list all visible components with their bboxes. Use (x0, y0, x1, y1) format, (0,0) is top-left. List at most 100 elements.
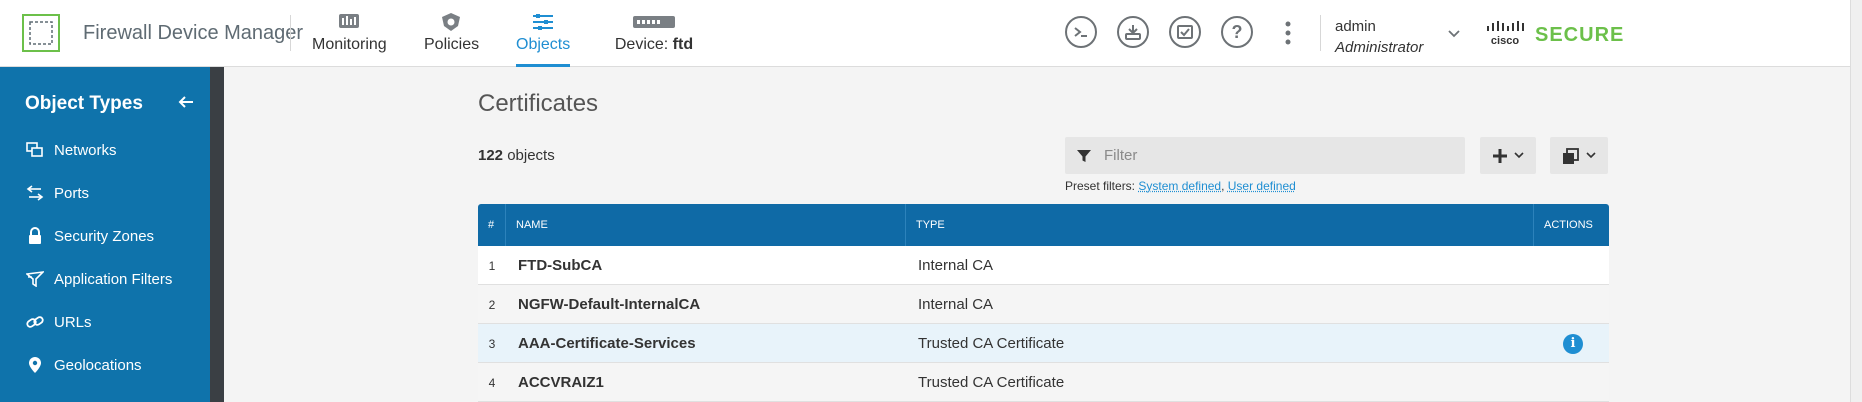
sidebar-item-networks[interactable]: Networks (25, 135, 117, 165)
filter-input[interactable]: Filter (1065, 137, 1465, 174)
plus-icon (1493, 148, 1507, 163)
object-count-number: 122 (478, 147, 504, 164)
question-icon: ? (1231, 21, 1243, 42)
location-pin-icon (29, 357, 41, 373)
certificate-name: ACCVRAIZ1 (518, 374, 604, 391)
task-list-button[interactable] (1169, 16, 1201, 48)
sidebar-item-label: Networks (54, 141, 117, 159)
nav-policies[interactable]: Policies (424, 12, 480, 67)
sidebar-title: Object Types (25, 93, 143, 114)
certificate-name: FTD-SubCA (518, 257, 603, 274)
row-number: 4 (488, 375, 496, 390)
header-divider-user (1320, 15, 1321, 51)
certificate-type: Trusted CA Certificate (918, 335, 1065, 352)
user-menu[interactable]: admin Administrator (1335, 16, 1423, 58)
sidebar-item-label: Security Zones (54, 227, 155, 245)
cli-console-button[interactable] (1065, 16, 1097, 48)
top-header: Firewall Device Manager Monitoring Polic… (0, 0, 1850, 67)
sidebar: Object Types Networks Ports Security Zon… (0, 67, 210, 402)
cisco-bars-icon: cisco (1487, 21, 1524, 47)
table-row[interactable]: 3 AAA-Certificate-Services Trusted CA Ce… (478, 324, 1609, 363)
column-header-number: # (478, 204, 506, 246)
app-title: Firewall Device Manager (83, 22, 304, 44)
add-object-button[interactable] (1480, 137, 1536, 174)
terminal-icon (1074, 27, 1087, 37)
task-list-icon (1177, 25, 1193, 39)
secure-brand: SECURE (1535, 24, 1625, 46)
sidebar-item-label: Ports (54, 184, 90, 202)
user-name: admin (1335, 18, 1376, 35)
preset-system-defined[interactable]: System defined (1138, 179, 1221, 193)
svg-text:cisco: cisco (1491, 35, 1519, 46)
table-row[interactable]: 2 NGFW-Default-InternalCA Internal CA (478, 285, 1609, 324)
copy-icon (1563, 147, 1579, 164)
column-header-name[interactable]: NAME (506, 204, 906, 246)
bulk-actions-button[interactable] (1550, 137, 1608, 174)
cisco-logo: cisco (1485, 20, 1525, 51)
sidebar-item-security-zones[interactable]: Security Zones (25, 221, 154, 251)
sidebar-item-label: Geolocations (54, 356, 142, 374)
certificate-type: Internal CA (918, 296, 994, 313)
nav-objects[interactable]: Objects (516, 12, 570, 67)
deploy-icon (1125, 25, 1141, 40)
object-count: 122 objects (478, 147, 555, 164)
sidebar-item-label: Application Filters (54, 270, 173, 288)
column-header-actions: ACTIONS (1544, 219, 1593, 231)
table-row[interactable]: 4 ACCVRAIZ1 Trusted CA Certificate (478, 363, 1609, 402)
table-row[interactable]: 1 FTD-SubCA Internal CA (478, 246, 1609, 285)
policies-icon (442, 13, 460, 31)
sidebar-item-application-filters[interactable]: Application Filters (25, 264, 172, 294)
monitoring-icon (339, 14, 359, 28)
certificate-type: Internal CA (918, 257, 994, 274)
row-number: 3 (488, 336, 496, 351)
preset-filters-label: Preset filters: (1065, 179, 1136, 193)
object-count-suffix: objects (503, 147, 555, 164)
row-number: 2 (488, 297, 496, 312)
application-filters-icon (26, 271, 44, 287)
fdm-logo[interactable] (22, 14, 60, 52)
preset-filters: Preset filters: System defined, User def… (1065, 179, 1296, 193)
row-number: 1 (488, 258, 496, 273)
chevron-down-icon (1514, 152, 1524, 159)
deploy-button[interactable] (1117, 16, 1149, 48)
certificate-name: NGFW-Default-InternalCA (518, 296, 701, 313)
certificate-name: AAA-Certificate-Services (518, 335, 696, 352)
info-icon[interactable]: i (1563, 333, 1583, 354)
certificate-type: Trusted CA Certificate (918, 374, 1065, 391)
preset-user-defined[interactable]: User defined (1228, 179, 1296, 193)
collapse-sidebar-icon[interactable] (178, 95, 194, 109)
filter-icon (1077, 149, 1091, 162)
help-button[interactable]: ? (1221, 16, 1253, 48)
preset-separator: , (1221, 179, 1228, 193)
table-header: # NAME TYPE ACTIONS (478, 204, 1609, 246)
page-scrollbar[interactable] (1850, 0, 1862, 402)
sidebar-resize-handle[interactable] (210, 67, 224, 402)
nav-device[interactable]: Device: ftd (614, 12, 694, 67)
row-actions: i (1563, 324, 1583, 363)
sidebar-item-urls[interactable]: URLs (25, 307, 92, 337)
sidebar-item-geolocations[interactable]: Geolocations (25, 350, 142, 380)
sidebar-item-ports[interactable]: Ports (25, 178, 89, 208)
objects-icon (533, 14, 553, 30)
nav-objects-label: Objects (516, 36, 571, 53)
sidebar-item-label: URLs (54, 313, 92, 331)
ports-icon (26, 185, 44, 201)
lock-icon (29, 227, 41, 244)
link-icon (26, 316, 44, 328)
nav-policies-label: Policies (424, 36, 480, 53)
page-title: Certificates (478, 90, 599, 117)
nav-monitoring[interactable]: Monitoring (312, 12, 387, 67)
nav-monitoring-label: Monitoring (312, 36, 387, 53)
filter-placeholder: Filter (1104, 147, 1138, 164)
column-header-type[interactable]: TYPE (906, 204, 1534, 246)
device-icon (633, 16, 675, 28)
networks-icon (26, 142, 43, 157)
more-options-icon[interactable] (1282, 19, 1294, 47)
header-divider (290, 15, 291, 51)
certificates-table: # NAME TYPE ACTIONS 1 FTD-SubCA Internal… (478, 204, 1609, 402)
nav-device-name: ftd (672, 36, 694, 53)
user-role: Administrator (1335, 39, 1424, 56)
nav-device-prefix: Device: (614, 36, 673, 53)
chevron-down-icon (1586, 152, 1596, 159)
chevron-down-icon[interactable] (1448, 30, 1460, 38)
